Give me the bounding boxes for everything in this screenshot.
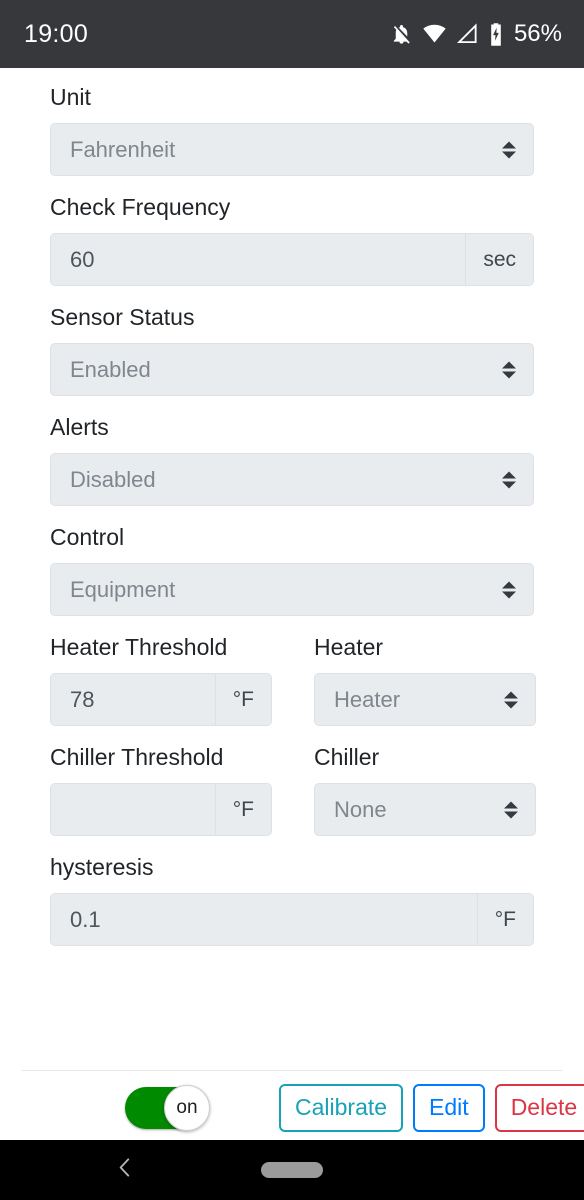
calibrate-button[interactable]: Calibrate (279, 1083, 404, 1132)
heater-row-labels: Heater Threshold Heater (50, 616, 534, 673)
chiller-threshold-group: °F (50, 783, 272, 836)
chiller-select-value: None (334, 796, 387, 822)
status-bar-icons: 56% (390, 20, 562, 48)
chiller-threshold-label: Chiller Threshold (50, 744, 224, 770)
alerts-select[interactable]: Disabled (50, 453, 534, 506)
home-pill-icon[interactable] (261, 1162, 323, 1178)
chevron-updown-icon (502, 581, 516, 598)
chevron-left-icon[interactable] (112, 1154, 138, 1187)
chiller-label: Chiller (314, 744, 380, 770)
heater-threshold-group: 78 °F (50, 673, 272, 726)
heater-select-value: Heater (334, 686, 401, 712)
chiller-row-fields: °F None (50, 783, 536, 836)
power-toggle[interactable]: on (125, 1084, 210, 1131)
unit-select-value: Fahrenheit (70, 136, 176, 162)
status-bar: 19:00 56% (0, 0, 584, 68)
hysteresis-input[interactable]: 0.1 (51, 894, 477, 945)
action-bar-divider (22, 1070, 562, 1071)
android-nav-bar (0, 1140, 584, 1200)
check-frequency-label: Check Frequency (50, 194, 231, 220)
delete-button[interactable]: Delete (494, 1083, 584, 1132)
chiller-select[interactable]: None (314, 783, 536, 836)
notifications-off-icon (390, 22, 413, 46)
sensor-settings-form: Unit Fahrenheit Check Frequency 60 sec S… (0, 68, 584, 1070)
heater-threshold-input[interactable]: 78 (51, 674, 215, 725)
chevron-updown-icon (502, 361, 516, 378)
chevron-updown-icon (504, 801, 518, 818)
edit-button[interactable]: Edit (413, 1083, 485, 1132)
control-select-value: Equipment (70, 576, 176, 602)
hysteresis-unit: °F (476, 894, 533, 945)
chiller-row-labels: Chiller Threshold Chiller (50, 726, 534, 783)
cellular-signal-icon (456, 22, 479, 46)
heater-row-fields: 78 °F Heater (50, 673, 536, 726)
battery-charging-icon (488, 22, 504, 47)
check-frequency-group: 60 sec (50, 233, 534, 286)
check-frequency-unit: sec (465, 234, 533, 285)
chiller-threshold-input[interactable] (51, 784, 215, 835)
check-frequency-input[interactable]: 60 (51, 234, 466, 285)
control-select[interactable]: Equipment (50, 563, 534, 616)
power-toggle-knob[interactable]: on (164, 1084, 210, 1131)
sensor-status-select[interactable]: Enabled (50, 343, 534, 396)
heater-select[interactable]: Heater (314, 673, 536, 726)
wifi-icon (422, 22, 447, 46)
control-label: Control (50, 524, 125, 550)
phone-screen: 19:00 56% Unit Fahrenheit Check Frequenc… (0, 0, 584, 1200)
status-bar-clock: 19:00 (24, 19, 89, 48)
heater-label: Heater (314, 634, 384, 660)
chiller-threshold-unit: °F (214, 784, 271, 835)
alerts-label: Alerts (50, 414, 109, 440)
hysteresis-group: 0.1 °F (50, 893, 534, 946)
heater-threshold-label: Heater Threshold (50, 634, 228, 660)
action-bar: on Calibrate Edit Delete (0, 1075, 584, 1140)
unit-label: Unit (50, 84, 91, 110)
chevron-updown-icon (504, 691, 518, 708)
battery-percent-label: 56% (513, 20, 562, 47)
chevron-updown-icon (502, 141, 516, 158)
sensor-status-select-value: Enabled (70, 356, 151, 382)
alerts-select-value: Disabled (70, 466, 156, 492)
heater-threshold-unit: °F (214, 674, 271, 725)
sensor-status-label: Sensor Status (50, 304, 195, 330)
chevron-updown-icon (502, 471, 516, 488)
unit-select[interactable]: Fahrenheit (50, 123, 534, 176)
hysteresis-label: hysteresis (50, 854, 154, 880)
